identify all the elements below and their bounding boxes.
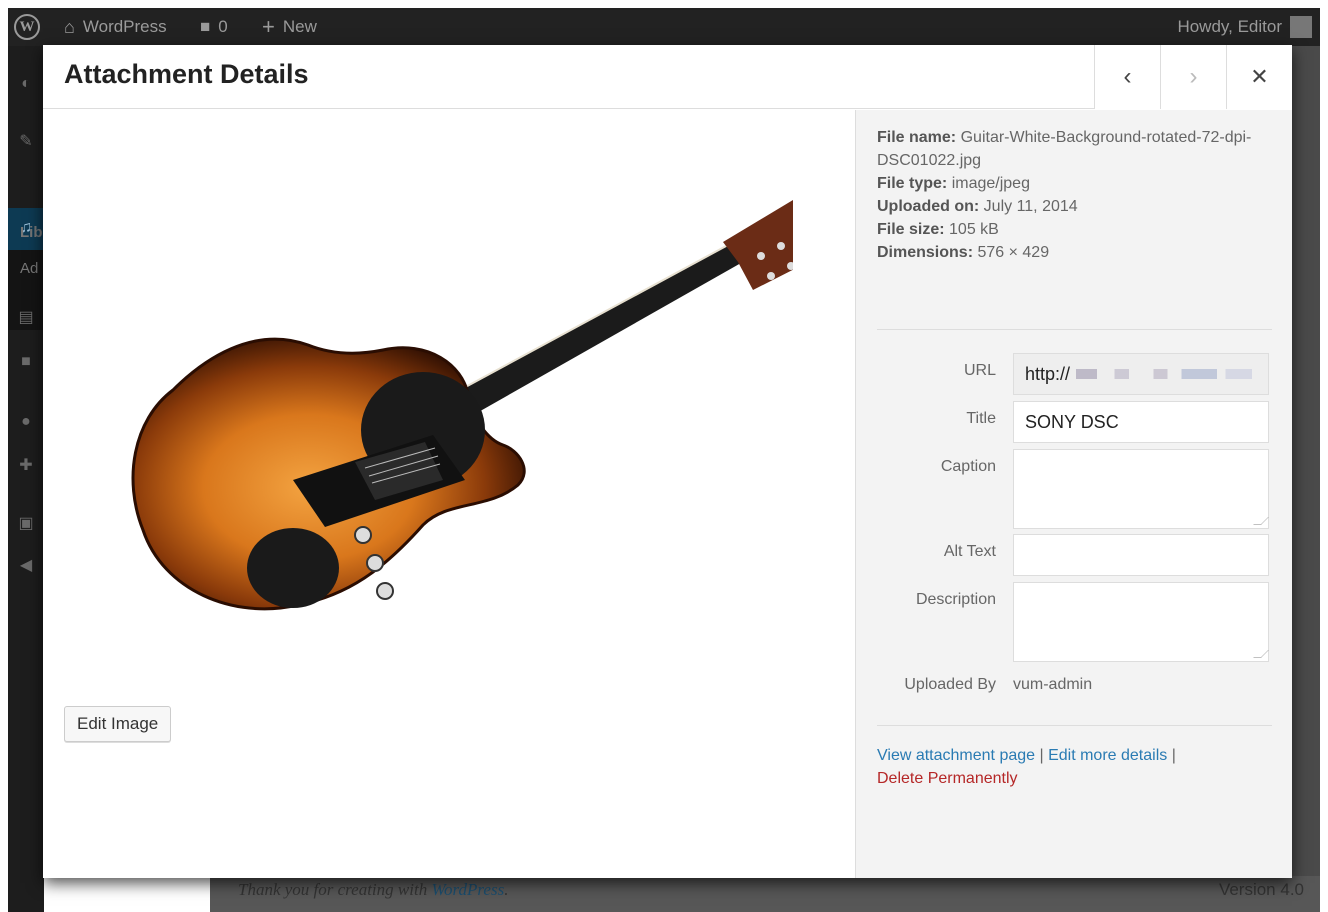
footer-version: Version 4.0	[1218, 880, 1304, 899]
submenu-library-label[interactable]: Lib	[20, 224, 43, 241]
comments-menu[interactable]: ■ 0	[200, 8, 228, 46]
file-size-label: File size:	[877, 221, 945, 238]
dashboard-icon[interactable]: ◐	[16, 74, 36, 94]
uploaded-on-value: July 11, 2014	[983, 198, 1078, 215]
comments-icon[interactable]: ■	[16, 352, 36, 372]
guitar-headstock	[723, 200, 793, 290]
guitar-body	[131, 337, 526, 611]
plus-icon: +	[262, 14, 275, 39]
resize-handle-icon[interactable]	[1253, 650, 1269, 658]
caption-field[interactable]	[1013, 449, 1269, 529]
file-meta: File name: Guitar-White-Background-rotat…	[877, 126, 1272, 264]
caption-label: Caption	[940, 458, 996, 475]
pages-icon[interactable]: ▤	[16, 308, 36, 328]
modal-header: Attachment Details ‹ › ✕	[43, 45, 1292, 109]
edit-more-details-link[interactable]: Edit more details	[1048, 747, 1167, 764]
description-field[interactable]	[1013, 582, 1269, 662]
footer-thanks: Thank you for creating with WordPress.	[238, 880, 508, 900]
comment-bubble-icon: ■	[200, 17, 211, 36]
next-button[interactable]: ›	[1160, 45, 1226, 109]
alt-text-field[interactable]	[1013, 534, 1269, 576]
dimensions-label: Dimensions:	[877, 244, 974, 261]
admin-bar: W ⌂ WordPress ■ 0 + New Howdy, Editor	[8, 8, 1320, 46]
wp-logo-menu[interactable]: W	[14, 8, 40, 46]
url-value: http://	[1025, 363, 1071, 384]
divider	[877, 329, 1272, 330]
admin-sidebar: ◐ ✎ ♫ Lib Ad ▤ ■ ● ✚ ▣ ◀	[8, 46, 44, 912]
pin-icon[interactable]: ✎	[16, 132, 36, 152]
delete-permanently-link[interactable]: Delete Permanently	[877, 770, 1018, 787]
settings-icon[interactable]: ▣	[16, 514, 36, 534]
file-type-value: image/jpeg	[951, 175, 1030, 192]
new-content-menu[interactable]: + New	[262, 8, 317, 46]
chevron-right-icon: ›	[1189, 63, 1198, 90]
description-label: Description	[915, 591, 996, 608]
footer-thanks-suffix: .	[504, 880, 509, 899]
close-icon: ✕	[1250, 64, 1269, 89]
title-label: Title	[966, 410, 996, 427]
alt-text-label: Alt Text	[943, 543, 996, 560]
title-field[interactable]: SONY DSC	[1013, 401, 1269, 443]
url-label: URL	[963, 362, 996, 379]
attachment-info-panel: File name: Guitar-White-Background-rotat…	[855, 110, 1292, 878]
avatar	[1290, 16, 1312, 38]
tools-icon[interactable]: ✚	[16, 456, 36, 476]
file-name-label: File name:	[877, 129, 957, 146]
attachment-details-modal: Attachment Details ‹ › ✕ Edit Image File…	[43, 45, 1292, 878]
chevron-left-icon: ‹	[1123, 63, 1132, 90]
modal-title: Attachment Details	[64, 59, 309, 89]
view-attachment-page-link[interactable]: View attachment page	[877, 747, 1035, 764]
url-blurred-text	[1076, 369, 1253, 379]
wordpress-logo-icon: W	[14, 14, 40, 40]
file-size-row: File size: 105 kB	[877, 218, 1272, 241]
dimensions-row: Dimensions: 576 × 429	[877, 241, 1272, 264]
attachment-image	[131, 200, 793, 611]
file-type-row: File type: image/jpeg	[877, 172, 1272, 195]
uploaded-by-value: vum-admin	[1013, 676, 1093, 693]
site-name: WordPress	[82, 17, 167, 36]
close-button[interactable]: ✕	[1226, 45, 1292, 109]
new-label: New	[282, 17, 317, 36]
attachment-actions: View attachment page | Edit more details…	[877, 744, 1272, 790]
footer-thanks-prefix: Thank you for creating with	[238, 880, 432, 899]
file-size-value: 105 kB	[949, 221, 999, 238]
submenu-add-label[interactable]: Ad	[20, 260, 38, 277]
users-icon[interactable]: ●	[16, 412, 36, 432]
url-field[interactable]: http://	[1013, 353, 1269, 395]
file-type-label: File type:	[877, 175, 948, 192]
uploaded-by-label: Uploaded By	[904, 676, 996, 693]
greeting: Howdy, Editor	[1177, 17, 1282, 36]
actions-separator: |	[1035, 747, 1049, 764]
uploaded-on-row: Uploaded on: July 11, 2014	[877, 195, 1272, 218]
screen: W ⌂ WordPress ■ 0 + New Howdy, Editor ◐ …	[0, 0, 1328, 912]
uploaded-on-label: Uploaded on:	[877, 198, 980, 215]
backdrop[interactable]	[1292, 46, 1320, 912]
previous-button[interactable]: ‹	[1094, 45, 1160, 109]
resize-handle-icon[interactable]	[1253, 517, 1269, 525]
divider	[877, 725, 1272, 726]
site-name-menu[interactable]: ⌂ WordPress	[64, 8, 167, 46]
dimensions-value: 576 × 429	[977, 244, 1050, 261]
collapse-icon[interactable]: ◀	[16, 556, 36, 576]
edit-image-button[interactable]: Edit Image	[64, 706, 172, 742]
file-name-row: File name: Guitar-White-Background-rotat…	[877, 126, 1272, 172]
image-preview-area: Edit Image	[43, 110, 855, 878]
home-icon: ⌂	[64, 16, 75, 37]
account-menu[interactable]: Howdy, Editor	[1177, 8, 1312, 46]
footer-wordpress-link[interactable]: WordPress	[431, 880, 504, 899]
actions-separator: |	[1167, 747, 1176, 764]
comments-count: 0	[218, 17, 228, 36]
title-value: SONY DSC	[1025, 411, 1119, 432]
